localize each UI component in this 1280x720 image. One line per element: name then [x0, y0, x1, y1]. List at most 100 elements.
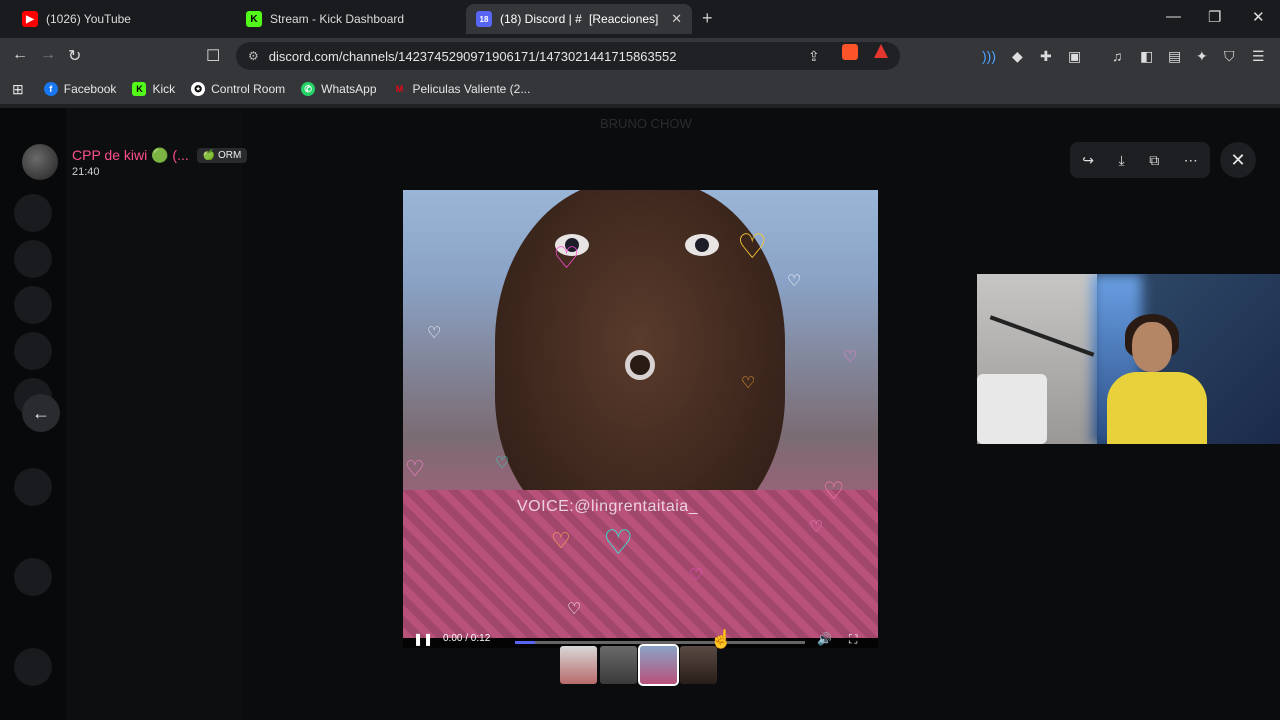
- new-tab-button[interactable]: +: [702, 8, 713, 29]
- site-info-icon[interactable]: ⚙: [248, 49, 259, 63]
- media-thumbnail[interactable]: [600, 646, 637, 684]
- whatsapp-icon: ✆: [301, 82, 316, 96]
- minimize-icon[interactable]: —: [1166, 8, 1181, 25]
- leo-ai-icon[interactable]: ✦: [1196, 48, 1208, 65]
- tab-label: (1026) YouTube: [46, 12, 131, 26]
- video-player[interactable]: ♡ ♡ ♡ ♡ ♡ ♡ ♡ ♡ ♡ ♡ ♡ ♡ ♡ ♡ VOICE:@lingr…: [403, 190, 878, 638]
- navigation-bar: ← → ↻ ☐ ⚙ discord.com/channels/142374529…: [0, 38, 1280, 74]
- bookmark-peliculas[interactable]: M Peliculas Valiente (2...: [393, 82, 531, 96]
- volume-icon[interactable]: 🔊: [817, 632, 832, 646]
- webcam-person-head: [1132, 322, 1172, 372]
- server-icon[interactable]: [14, 558, 52, 596]
- forward-icon[interactable]: →: [40, 46, 56, 64]
- server-icon[interactable]: [14, 332, 52, 370]
- open-in-browser-icon[interactable]: ⧉: [1149, 152, 1159, 169]
- server-icon[interactable]: [14, 468, 52, 506]
- speedreader-icon[interactable]: ))): [982, 48, 996, 64]
- close-window-icon[interactable]: ✕: [1252, 8, 1265, 26]
- sidebar-icon[interactable]: ◧: [1140, 48, 1153, 65]
- share-icon[interactable]: ⇪: [808, 48, 820, 65]
- bookmark-label: Kick: [152, 82, 176, 96]
- media-thumbnails: [560, 644, 717, 686]
- bookmark-label: WhatsApp: [321, 82, 377, 96]
- url-text: discord.com/channels/1423745290971906171…: [268, 48, 677, 64]
- heart-icon: ♡: [495, 455, 510, 472]
- bookmark-label: Peliculas Valiente (2...: [412, 82, 531, 96]
- heart-icon: ♡: [551, 528, 571, 553]
- address-bar[interactable]: ⚙ discord.com/channels/14237452909719061…: [236, 42, 900, 70]
- kick-icon: K: [132, 82, 147, 96]
- apps-grid-icon[interactable]: ⊞: [12, 81, 24, 98]
- heart-icon: ♡: [737, 228, 768, 266]
- bookmark-facebook[interactable]: f Facebook: [43, 82, 117, 96]
- pause-icon[interactable]: ❚❚: [413, 632, 433, 646]
- media-thumbnail-selected[interactable]: [638, 644, 679, 686]
- bookmarks-bar: ⊞ f Facebook K Kick ✪ Control Room ✆ Wha…: [0, 74, 1280, 104]
- restore-icon[interactable]: ❐: [1208, 8, 1221, 26]
- server-icon[interactable]: [14, 286, 52, 324]
- tab-label: Stream - Kick Dashboard: [270, 12, 405, 26]
- eye: [685, 234, 719, 256]
- avatar[interactable]: [22, 144, 58, 180]
- discord-viewer: BRUNO CHOW CPP de kiwi 🟢 (... 🍏 ORM 21:4…: [0, 108, 1280, 720]
- video-watermark: VOICE:@lingrentaitaia_: [517, 498, 699, 515]
- discord-icon: 18: [476, 11, 492, 27]
- heart-icon: ♡: [823, 478, 845, 505]
- heart-icon: ♡: [843, 349, 858, 366]
- previous-media-button[interactable]: ←: [22, 394, 60, 432]
- media-icon[interactable]: ♫: [1112, 48, 1123, 64]
- peliculas-icon: M: [395, 84, 404, 94]
- heart-icon: ♡: [553, 242, 580, 275]
- bookmark-label: Control Room: [211, 82, 286, 96]
- heart-icon: ♡: [741, 375, 756, 392]
- server-icon[interactable]: [14, 194, 52, 232]
- more-icon[interactable]: ⋯: [1184, 152, 1198, 169]
- channel-list: [66, 108, 242, 720]
- mouth: [625, 350, 655, 380]
- server-icon[interactable]: [14, 240, 52, 278]
- kick-icon: K: [246, 11, 262, 27]
- bookmark-whatsapp[interactable]: ✆ WhatsApp: [301, 82, 377, 96]
- tab-youtube[interactable]: ▶ (1026) YouTube: [12, 4, 232, 34]
- brave-shields-icon[interactable]: [842, 44, 858, 60]
- extension-diamond-icon[interactable]: ◆: [1012, 48, 1023, 65]
- download-icon[interactable]: ⤓: [1119, 152, 1125, 169]
- heart-icon: ♡: [809, 519, 824, 536]
- video-seek-bar[interactable]: [515, 641, 805, 644]
- server-icon[interactable]: [14, 648, 52, 686]
- tab-kick[interactable]: K Stream - Kick Dashboard: [236, 4, 460, 34]
- media-toolbar: ↪ ⤓ ⧉ ⋯: [1070, 142, 1210, 178]
- reload-icon[interactable]: ↻: [68, 46, 81, 66]
- video-time: 0:00 / 0:12: [443, 633, 491, 644]
- heart-icon: ♡: [603, 524, 634, 562]
- close-tab-icon[interactable]: ✕: [671, 11, 682, 27]
- back-icon[interactable]: ←: [12, 46, 28, 64]
- menu-icon[interactable]: ☰: [1252, 48, 1265, 65]
- streamer-webcam-overlay: [977, 274, 1280, 444]
- forward-icon[interactable]: ↪: [1082, 152, 1094, 169]
- timestamp: 21:40: [72, 165, 100, 178]
- media-thumbnail[interactable]: [560, 646, 597, 684]
- extensions-icon[interactable]: ✚: [1040, 48, 1052, 65]
- author-name[interactable]: CPP de kiwi 🟢 (...: [72, 147, 189, 164]
- sewing-machine: [977, 374, 1047, 444]
- bookmark-control-room[interactable]: ✪ Control Room: [191, 82, 285, 96]
- tab-discord[interactable]: 18 (18) Discord | # [Reacciones] ✕: [466, 4, 692, 34]
- vpn-shield-icon[interactable]: ⛉: [1224, 48, 1235, 65]
- youtube-icon: ▶: [22, 11, 38, 27]
- tab-bar: ▶ (1026) YouTube K Stream - Kick Dashboa…: [0, 0, 1280, 38]
- wallet-icon[interactable]: ▤: [1168, 48, 1181, 65]
- media-author: CPP de kiwi 🟢 (... 🍏 ORM 21:40: [22, 144, 248, 180]
- media-thumbnail[interactable]: [680, 646, 717, 684]
- video-progress-fill: [515, 641, 536, 644]
- role-badge: 🍏 ORM: [196, 147, 248, 163]
- webcam-person-body: [1107, 372, 1207, 444]
- fullscreen-icon[interactable]: ⛶: [849, 632, 857, 647]
- heart-icon: ♡: [689, 567, 704, 584]
- bookmark-icon[interactable]: ☐: [206, 46, 220, 66]
- bookmark-label: Facebook: [63, 82, 117, 96]
- bookmark-kick[interactable]: K Kick: [132, 82, 175, 96]
- close-viewer-button[interactable]: ✕: [1220, 142, 1256, 178]
- screenshot-icon[interactable]: ▣: [1068, 48, 1081, 65]
- brave-rewards-icon[interactable]: [874, 44, 888, 58]
